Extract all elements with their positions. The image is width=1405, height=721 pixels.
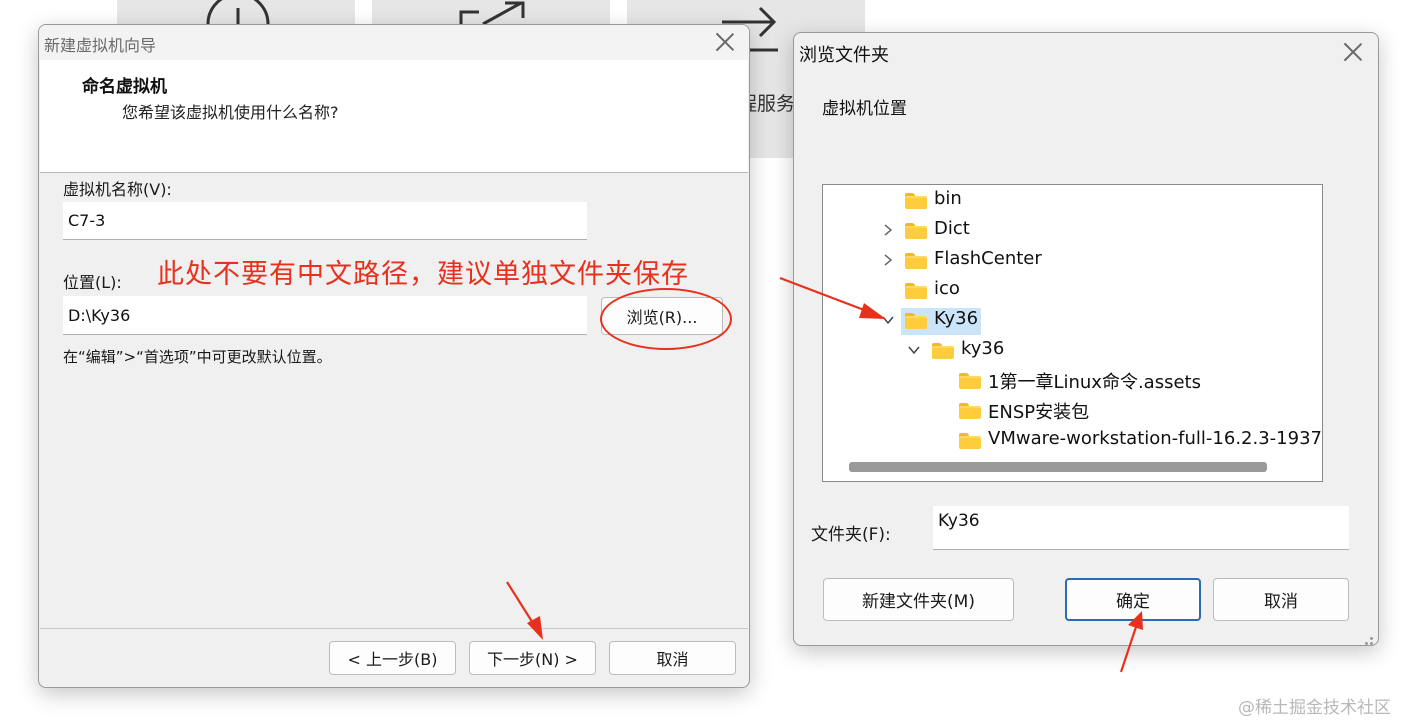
tree-item-label: VMware-workstation-full-16.2.3-19376 <box>988 428 1323 449</box>
tree-item-bin[interactable]: bin <box>823 186 1304 216</box>
tree-item-ky36-sub[interactable]: ky36 <box>823 336 1304 366</box>
tree-item-label: FlashCenter <box>934 248 1042 269</box>
wizard-footer-divider <box>40 628 748 629</box>
browse-dialog-title: 浏览文件夹 <box>799 45 889 66</box>
tree-item-label: ENSP安装包 <box>988 402 1090 423</box>
tree-item-linux-assets[interactable]: 1第一章Linux命令.assets <box>823 366 1304 396</box>
folder-icon <box>905 283 927 299</box>
wizard-close-icon[interactable] <box>714 31 736 53</box>
chevron-right-icon[interactable] <box>881 253 895 267</box>
new-folder-button[interactable]: 新建文件夹(M) <box>823 578 1014 621</box>
browse-folder-dialog: 浏览文件夹 虚拟机位置 bin Dict FlashCenter ico Ky3… <box>793 32 1379 646</box>
folder-name-label: 文件夹(F): <box>811 525 891 545</box>
watermark: @稀土掘金技术社区 <box>1238 698 1391 718</box>
folder-icon <box>905 193 927 209</box>
folder-icon <box>905 223 927 239</box>
wizard-heading: 命名虚拟机 <box>82 77 167 97</box>
folder-icon <box>959 373 981 389</box>
browse-close-icon[interactable] <box>1342 41 1364 63</box>
wizard-header: 命名虚拟机 您希望该虚拟机使用什么名称? <box>40 60 748 173</box>
vm-name-input[interactable] <box>63 202 587 240</box>
wizard-subheading: 您希望该虚拟机使用什么名称? <box>122 103 339 122</box>
location-input[interactable] <box>63 296 587 335</box>
tree-item-label: Dict <box>934 218 970 239</box>
folder-icon <box>905 253 927 269</box>
tree-item-label: ico <box>934 278 960 299</box>
folder-icon <box>905 313 927 329</box>
folder-name-input[interactable] <box>933 506 1349 550</box>
back-button[interactable]: < 上一步(B) <box>329 641 456 675</box>
wizard-title: 新建虚拟机向导 <box>44 36 157 55</box>
folder-icon <box>959 433 981 449</box>
tree-item-label: Ky36 <box>934 308 979 329</box>
tree-horizontal-scrollbar[interactable] <box>849 462 1267 472</box>
tree-item-ico[interactable]: ico <box>823 276 1304 306</box>
wizard-titlebar: 新建虚拟机向导 <box>39 25 749 60</box>
tree-item-ensp[interactable]: ENSP安装包 <box>823 396 1304 426</box>
chevron-right-icon[interactable] <box>881 223 895 237</box>
clock-icon <box>206 0 270 24</box>
chevron-down-icon[interactable] <box>881 313 895 327</box>
browse-cancel-button[interactable]: 取消 <box>1213 578 1349 621</box>
location-hint: 在“编辑”>“首选项”中可更改默认位置。 <box>63 348 332 366</box>
browse-dialog-description: 虚拟机位置 <box>822 99 907 119</box>
tree-item-label: bin <box>934 188 962 209</box>
wizard-cancel-button[interactable]: 取消 <box>609 641 736 675</box>
tree-item-vmware[interactable]: VMware-workstation-full-16.2.3-19376 <box>823 426 1322 456</box>
export-icon <box>459 1 525 26</box>
annotation-note: 此处不要有中文路径，建议单独文件夹保存 <box>157 259 689 290</box>
folder-icon <box>932 343 954 359</box>
tree-item-dict[interactable]: Dict <box>823 216 1304 246</box>
ok-button[interactable]: 确定 <box>1065 578 1201 621</box>
tree-item-ky36-selected[interactable]: Ky36 <box>823 306 1304 336</box>
chevron-down-icon[interactable] <box>907 343 921 357</box>
tree-item-flashcenter[interactable]: FlashCenter <box>823 246 1304 276</box>
annotation-ellipse <box>600 288 732 350</box>
resize-grip-icon <box>1370 642 1373 645</box>
folder-icon <box>959 403 981 419</box>
resize-grip-icon[interactable] <box>1370 637 1373 640</box>
new-vm-wizard-window: 新建虚拟机向导 命名虚拟机 您希望该虚拟机使用什么名称? 虚拟机名称(V): 位… <box>38 24 750 688</box>
vm-name-label: 虚拟机名称(V): <box>63 180 172 199</box>
resize-grip-icon <box>1365 642 1368 645</box>
location-label: 位置(L): <box>63 273 122 292</box>
tree-item-label: 1第一章Linux命令.assets <box>988 372 1201 393</box>
folder-tree[interactable]: bin Dict FlashCenter ico Ky36 ky36 1第一章L… <box>822 184 1323 482</box>
tree-item-label: ky36 <box>961 338 1005 359</box>
next-button[interactable]: 下一步(N) > <box>469 641 596 675</box>
